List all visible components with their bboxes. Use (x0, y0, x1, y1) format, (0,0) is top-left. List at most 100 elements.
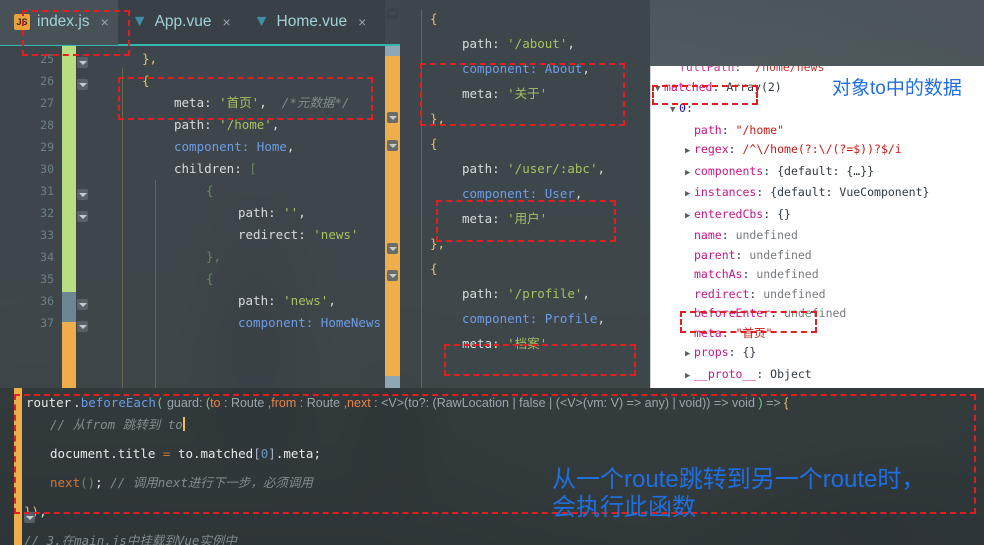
devtools-property-value: undefined (735, 228, 798, 242)
js-file-icon: JS (14, 14, 30, 30)
fold-marker[interactable] (387, 270, 398, 281)
code-token: '首页' (219, 95, 260, 110)
devtools-property-key: 0 (679, 101, 686, 115)
devtools-property-row[interactable]: instances: {default: VueComponent} (651, 183, 984, 205)
close-icon[interactable]: × (222, 14, 230, 30)
devtools-object-inspector[interactable]: fullPath: "/home/news"matched: Array(2)0… (650, 66, 984, 388)
editor-tab-home-vue[interactable]: ▼ Home.vue × (240, 0, 376, 45)
code-line: meta: '用户' (462, 208, 547, 230)
code-token: { (206, 271, 214, 286)
editor-tab-app-vue[interactable]: ▼ App.vue × (118, 0, 240, 45)
devtools-property-row[interactable]: 0: (651, 99, 984, 121)
code-line: // 3.在main.js中挂载到Vue实例中 (24, 530, 237, 545)
chevron-down-icon[interactable] (670, 101, 679, 121)
code-line: component: Profile, (462, 308, 605, 330)
code-token: document.title (50, 446, 163, 461)
fold-marker[interactable] (77, 57, 88, 68)
code-line: { (206, 268, 214, 290)
code-token: path: (174, 117, 220, 132)
code-token: HomeNews (320, 315, 382, 330)
devtools-property-row[interactable]: matchAs: undefined (651, 265, 984, 285)
fold-marker[interactable] (24, 512, 35, 523)
fold-marker[interactable] (77, 189, 88, 200)
editor-tab-index-js[interactable]: JS index.js × (0, 0, 118, 45)
signature-params-close: ) (758, 396, 763, 410)
code-token: , (286, 139, 295, 154)
devtools-property-key: path (694, 122, 722, 137)
devtools-property-row[interactable]: regex: /^\/home(?:\/(?=$))?$/i (651, 140, 984, 162)
editor-scrollbar-track[interactable] (385, 0, 400, 388)
chevron-down-icon[interactable] (655, 80, 664, 100)
code-token: next (50, 475, 81, 490)
code-token: 'news' (283, 293, 329, 308)
code-token: { (430, 261, 438, 276)
vue-file-icon: ▼ (131, 13, 148, 30)
devtools-separator: : (685, 101, 693, 115)
fold-marker[interactable] (77, 211, 88, 222)
code-token: component: Profile (462, 311, 598, 326)
devtools-property-row[interactable]: redirect: undefined (651, 285, 984, 305)
code-content-middle[interactable]: {path: '/about', component: About, meta: '… (400, 0, 650, 388)
code-token: '档案' (507, 336, 548, 351)
code-token: }, (206, 249, 222, 264)
devtools-property-row[interactable]: beforeEnter: undefined (651, 304, 984, 324)
annotation-text-route-jump: 从一个route跳转到另一个route时， 会执行此函数 (552, 466, 926, 521)
devtools-property-row[interactable]: meta: "首页" (651, 324, 984, 344)
close-icon[interactable]: × (358, 14, 366, 30)
editor-tab-label: Home.vue (276, 13, 348, 30)
devtools-property-row[interactable]: fullPath: "/home/news" (651, 66, 984, 78)
devtools-property-row[interactable]: props: {} (651, 343, 984, 365)
signature-type-to: : Route (224, 396, 265, 410)
code-content-left[interactable]: },{meta: '首页', /*元数据*/path: '/home', comp… (0, 0, 400, 388)
code-token: , (39, 504, 47, 519)
devtools-property-row[interactable]: path: "/home" (651, 121, 984, 141)
code-token: .meta; (275, 446, 321, 461)
fold-marker[interactable] (77, 299, 88, 310)
code-token: '用户' (507, 211, 548, 226)
fold-marker[interactable] (77, 79, 88, 90)
chevron-right-icon[interactable] (685, 164, 694, 184)
vue-file-icon: ▼ (253, 13, 270, 30)
devtools-separator: : (756, 185, 771, 199)
code-line: meta: '首页', /*元数据*/ (174, 92, 349, 114)
scrollbar-thumb-bottom[interactable] (385, 376, 400, 388)
chevron-right-icon[interactable] (685, 367, 694, 387)
devtools-property-row[interactable]: name: undefined (651, 226, 984, 246)
code-line: { (430, 258, 438, 280)
fold-marker[interactable] (77, 321, 88, 332)
code-line: document.title = to.matched[0].meta; (50, 443, 321, 465)
signature-param-next: next (347, 396, 371, 410)
code-token: '/user/:abc' (507, 161, 598, 176)
close-icon[interactable]: × (101, 14, 109, 30)
devtools-property-value: undefined (784, 306, 847, 320)
code-token: }, (430, 111, 446, 126)
code-token: path: (238, 293, 284, 308)
devtools-separator: : (742, 267, 757, 281)
code-line: path: '', (238, 202, 306, 224)
annotation-text-object-to: 对象to中的数据 (832, 78, 962, 99)
devtools-property-row[interactable]: components: {default: {…}} (651, 162, 984, 184)
fold-marker[interactable] (387, 112, 398, 123)
editor-pane-middle: {path: '/about', component: About, meta: '… (400, 0, 650, 388)
fold-marker[interactable] (387, 243, 398, 254)
code-line: }, (430, 108, 445, 130)
devtools-property-row[interactable]: enteredCbs: {} (651, 205, 984, 227)
chevron-right-icon[interactable] (685, 185, 694, 205)
fold-marker[interactable] (387, 140, 398, 151)
code-token: // 从from 跳转到 to (50, 417, 183, 432)
code-token: ; (95, 475, 111, 490)
code-token: meta: (174, 95, 220, 110)
devtools-property-value: /^\/home(?:\/(?=$))?$/i (742, 142, 902, 156)
code-line: path: '/user/:abc', (462, 158, 605, 180)
devtools-property-row[interactable]: __proto__: Object (651, 365, 984, 387)
code-token: { (430, 136, 438, 151)
code-token: path: (238, 205, 284, 220)
chevron-right-icon[interactable] (685, 207, 694, 227)
code-token: , (597, 311, 605, 326)
chevron-right-icon[interactable] (685, 142, 694, 162)
devtools-property-row[interactable]: parent: undefined (651, 246, 984, 266)
chevron-right-icon[interactable] (685, 345, 694, 365)
signature-open-paren: ( (155, 395, 164, 410)
code-line: path: '/home', (174, 114, 279, 136)
code-token: , (597, 161, 605, 176)
